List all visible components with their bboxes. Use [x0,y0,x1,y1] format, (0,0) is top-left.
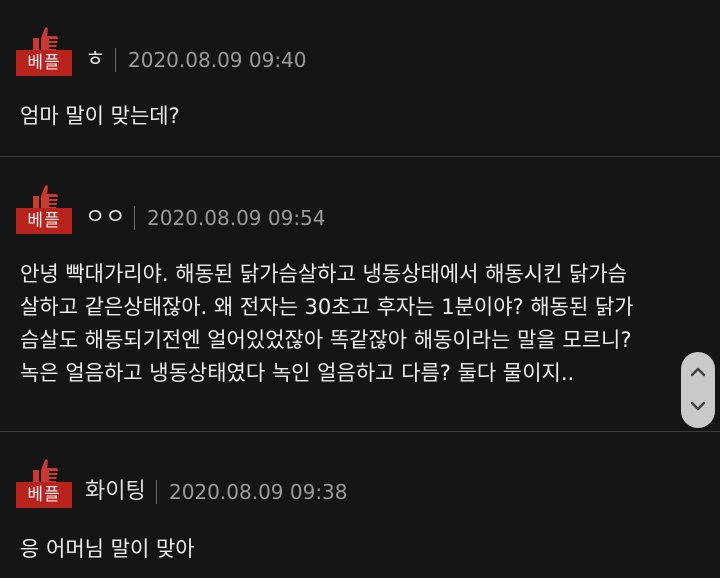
comment-body: 엄마 말이 맞는데? [20,100,710,133]
best-reply-badge: 베플 [16,184,72,234]
thumbs-up-icon [33,27,58,51]
chevron-up-icon[interactable] [690,366,706,378]
scroll-handle[interactable] [681,352,715,428]
best-reply-label: 베플 [16,208,72,234]
comment-line: 살하고 같은상태잖아. 왜 전자는 30초고 후자는 1분이야? 해동된 닭가 [20,295,634,319]
comment-line: 슴살도 해동되기전엔 얼어있었잖아 똑같잖아 해동이라는 말을 모르니? [20,328,632,352]
best-reply-label: 베플 [16,50,72,76]
comment-meta: 베플 ㅎ 2020.08.09 09:40 [16,26,716,76]
comment-author[interactable]: ㅎ [85,46,105,74]
comment-line: 응 어머님 말이 맞아 [20,537,195,561]
comment-divider [0,431,720,432]
best-reply-label: 베플 [16,482,72,508]
comment-line: 엄마 말이 맞는데? [20,104,180,128]
comment-date: 2020.08.09 09:54 [147,206,326,230]
best-reply-badge: 베플 [16,458,72,508]
comment-meta: 베플 ㅇㅇ 2020.08.09 09:54 [16,184,716,234]
comment-line: 녹은 얼음하고 냉동상태였다 녹인 얼음하고 다름? 둘다 물이지.. [20,361,575,385]
comment-author[interactable]: ㅇㅇ [85,204,125,232]
meta-separator [156,480,157,504]
comment-date: 2020.08.09 09:40 [128,48,307,72]
comment-body: 안녕 빡대가리야. 해동된 닭가슴살하고 냉동상태에서 해동시킨 닭가슴 살하고… [20,258,710,390]
thumbs-up-icon [33,185,58,209]
comment-body: 응 어머님 말이 맞아 [20,533,710,566]
chevron-down-icon[interactable] [690,400,706,412]
comment-date: 2020.08.09 09:38 [169,480,348,504]
comment-meta: 베플 화이팅 2020.08.09 09:38 [16,458,716,508]
thumbs-up-icon [33,459,58,483]
comment-divider [0,156,720,157]
meta-separator [134,206,135,230]
best-reply-badge: 베플 [16,26,72,76]
comment-line: 안녕 빡대가리야. 해동된 닭가슴살하고 냉동상태에서 해동시킨 닭가슴 [20,262,628,286]
meta-separator [115,48,116,72]
comment-author[interactable]: 화이팅 [85,478,146,506]
